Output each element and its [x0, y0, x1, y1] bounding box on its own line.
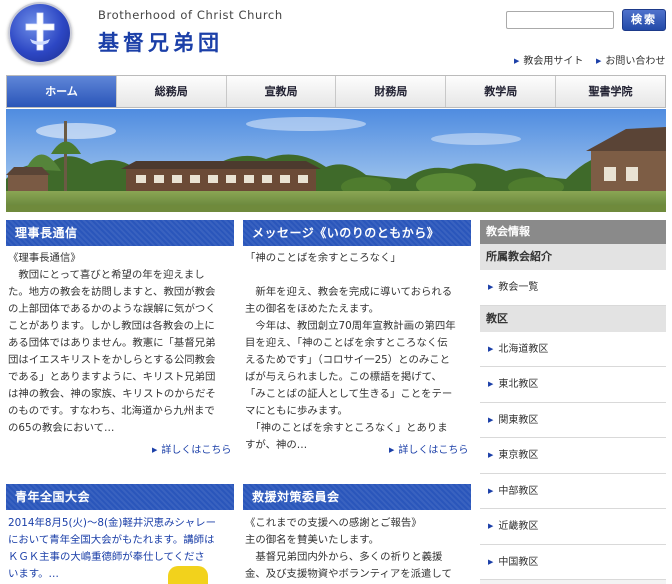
sidebar-title: 教会情報	[480, 220, 666, 244]
relief-committee-heading[interactable]: 救援対策委員会	[243, 484, 471, 510]
message-text: 「神のことばを余すところなく」 新年を迎え、教会を完成に導いておられる 主の御名…	[245, 252, 456, 451]
nav-general-affairs[interactable]: 総務局	[115, 76, 226, 107]
triangle-right-icon: ▶	[514, 57, 520, 65]
sidebar-item-chugoku[interactable]: ▶ 中国教区	[480, 544, 666, 580]
church-info-sidebar: 教会情報 所属教会紹介 ▶ 教会一覧 教区 ▶ 北海道教区 ▶ 東北教区 ▶ 関東教区 …	[480, 220, 666, 584]
site-header: Brotherhood of Christ Church 基督兄弟団 検索 ▶ 教…	[0, 0, 672, 74]
search-button[interactable]: 検索	[622, 9, 666, 31]
cross-icon	[25, 12, 55, 51]
director-news-text: 《理事長通信》 教団にとって喜びと希望の年を迎えまし た。地方の教会を訪問します…	[8, 252, 216, 434]
church-logo[interactable]	[8, 2, 72, 64]
triangle-right-icon: ▶	[596, 57, 602, 65]
triangle-right-icon: ▶	[488, 380, 494, 388]
triangle-right-icon: ▶	[488, 283, 494, 291]
relief-committee-text: 《これまでの支援への感謝とご報告》 主の御名を賛美いたします。 基督兄弟団内外か…	[245, 517, 452, 580]
search-input[interactable]	[506, 11, 614, 29]
site-name-japanese[interactable]: 基督兄弟団	[98, 27, 223, 57]
nav-education[interactable]: 教学局	[445, 76, 555, 107]
site-name-english: Brotherhood of Christ Church	[98, 8, 283, 22]
triangle-right-icon: ▶	[488, 344, 494, 353]
contact-link[interactable]: ▶ お問い合わせ	[596, 52, 665, 67]
triangle-right-icon: ▶	[389, 446, 395, 454]
sidebar-section-churches: 所属教会紹介	[480, 244, 666, 270]
sidebar-item-chubu[interactable]: ▶ 中部教区	[480, 473, 666, 509]
sidebar-item-tokyo[interactable]: ▶ 東京教区	[480, 438, 666, 474]
message-heading[interactable]: メッセージ《いのりのともから》	[243, 220, 471, 246]
director-news-more-link[interactable]: ▶ 詳しくはこちら	[152, 441, 231, 456]
sidebar-item-kanto[interactable]: ▶ 関東教区	[480, 402, 666, 438]
sidebar-item-hokkaido[interactable]: ▶ 北海道教区	[480, 331, 666, 367]
sidebar-section-districts: 教区	[480, 305, 666, 332]
main-nav: ホーム 総務局 宣教局 財務局 教学局 聖書学院	[6, 75, 666, 108]
triangle-right-icon: ▶	[152, 446, 158, 454]
sidebar-item-kinki[interactable]: ▶ 近畿教区	[480, 509, 666, 545]
triangle-right-icon: ▶	[488, 486, 494, 495]
message-more-link[interactable]: ▶ 詳しくはこちら	[389, 441, 468, 456]
nav-home[interactable]: ホーム	[7, 76, 116, 107]
youth-convention-heading[interactable]: 青年全国大会	[6, 484, 234, 510]
triangle-right-icon: ▶	[488, 451, 494, 459]
hero-banner-image	[6, 109, 666, 212]
nav-bible-school[interactable]: 聖書学院	[555, 76, 665, 107]
director-news-heading[interactable]: 理事長通信	[6, 220, 234, 246]
sidebar-item-tohoku[interactable]: ▶ 東北教区	[480, 367, 666, 403]
triangle-right-icon: ▶	[488, 522, 494, 530]
church-site-link[interactable]: ▶ 教会用サイト	[514, 52, 583, 67]
triangle-right-icon: ▶	[488, 557, 494, 566]
nav-mission[interactable]: 宣教局	[225, 76, 336, 107]
illustration-image	[168, 566, 208, 584]
nav-finance[interactable]: 財務局	[335, 76, 445, 107]
triangle-right-icon: ▶	[488, 415, 494, 424]
sidebar-item-church-list[interactable]: ▶ 教会一覧	[480, 270, 666, 306]
